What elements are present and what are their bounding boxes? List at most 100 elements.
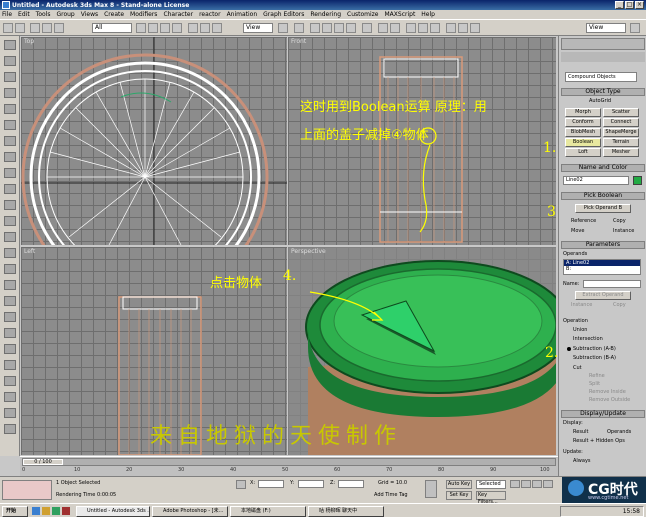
mesher-button[interactable]: Mesher bbox=[603, 148, 639, 157]
mirror-icon[interactable] bbox=[378, 23, 388, 33]
split-radio[interactable]: Split bbox=[589, 381, 600, 387]
scale-icon[interactable] bbox=[212, 23, 222, 33]
add-time-tag[interactable]: Add Time Tag bbox=[374, 492, 408, 498]
named-selection-icon[interactable] bbox=[362, 23, 372, 33]
desktop-icon[interactable] bbox=[52, 507, 60, 515]
snap-icon[interactable] bbox=[310, 23, 320, 33]
scatter-button[interactable]: Scatter bbox=[603, 108, 639, 117]
y-coord-input[interactable] bbox=[298, 480, 324, 488]
menu-edit[interactable]: Edit bbox=[18, 11, 30, 18]
refine-radio[interactable]: Refine bbox=[589, 373, 605, 379]
menu-character[interactable]: Character bbox=[163, 11, 193, 18]
operands-list[interactable]: A: Line02 B: bbox=[563, 259, 641, 275]
window-crossing-icon[interactable] bbox=[172, 23, 182, 33]
extract-instance-radio[interactable]: Instance bbox=[571, 302, 592, 308]
operands-radio[interactable]: Operands bbox=[607, 429, 631, 435]
name-color-rollout[interactable]: Name and Color bbox=[561, 164, 645, 172]
play-icon[interactable] bbox=[532, 480, 542, 488]
tool-icon-22[interactable] bbox=[4, 376, 16, 386]
lock-selection-icon[interactable] bbox=[236, 480, 246, 489]
loft-button[interactable]: Loft bbox=[565, 148, 601, 157]
tool-icon-6[interactable] bbox=[4, 120, 16, 130]
create-subtabs[interactable] bbox=[561, 52, 645, 62]
app-icon[interactable] bbox=[2, 1, 10, 9]
view-dropdown[interactable]: View bbox=[586, 23, 626, 33]
align-icon[interactable] bbox=[390, 23, 400, 33]
undo-icon[interactable] bbox=[3, 23, 13, 33]
tool-icon-19[interactable] bbox=[4, 328, 16, 338]
menu-reactor[interactable]: reactor bbox=[199, 11, 221, 18]
tool-icon-23[interactable] bbox=[4, 392, 16, 402]
tool-icon-7[interactable] bbox=[4, 136, 16, 146]
unlink-icon[interactable] bbox=[42, 23, 52, 33]
rotate-icon[interactable] bbox=[200, 23, 210, 33]
menu-maxscript[interactable]: MAXScript bbox=[385, 11, 416, 18]
tool-icon-20[interactable] bbox=[4, 344, 16, 354]
bind-space-warp-icon[interactable] bbox=[54, 23, 64, 33]
display-update-rollout[interactable]: Display/Update bbox=[561, 410, 645, 418]
task-3dsmax[interactable]: Untitled - Autodesk 3ds ... bbox=[76, 506, 150, 517]
menu-modifiers[interactable]: Modifiers bbox=[130, 11, 157, 18]
maximize-icon[interactable]: □ bbox=[625, 1, 634, 9]
app-icon-quick[interactable] bbox=[62, 507, 70, 515]
menu-animation[interactable]: Animation bbox=[227, 11, 258, 18]
intersection-radio[interactable]: Intersection bbox=[573, 336, 603, 342]
ie-icon[interactable] bbox=[32, 507, 40, 515]
selection-filter-dropdown[interactable]: All bbox=[92, 23, 132, 33]
blobmesh-button[interactable]: BlobMesh bbox=[565, 128, 601, 137]
subtraction-ab-radio[interactable]: Subtraction (A-B) bbox=[573, 346, 616, 352]
folder-icon[interactable] bbox=[42, 507, 50, 515]
menu-customize[interactable]: Customize bbox=[347, 11, 379, 18]
tool-icon-25[interactable] bbox=[4, 424, 16, 434]
tool-icon-16[interactable] bbox=[4, 280, 16, 290]
menu-group[interactable]: Group bbox=[56, 11, 74, 18]
instance-radio[interactable]: Instance bbox=[613, 228, 634, 234]
manipulate-icon[interactable] bbox=[294, 23, 304, 33]
autogrid-checkbox[interactable]: AutoGrid bbox=[589, 98, 611, 104]
pick-operand-b-button[interactable]: Pick Operand B bbox=[575, 204, 631, 213]
task-chat[interactable]: 咕 杨柳晖 聊天中 bbox=[308, 506, 384, 517]
next-frame-icon[interactable] bbox=[543, 480, 553, 488]
select-by-name-icon[interactable] bbox=[148, 23, 158, 33]
tool-icon-9[interactable] bbox=[4, 168, 16, 178]
tool-icon-17[interactable] bbox=[4, 296, 16, 306]
layer-manager-icon[interactable] bbox=[406, 23, 416, 33]
object-color-swatch[interactable] bbox=[633, 176, 642, 185]
command-panel-tabs[interactable] bbox=[561, 38, 645, 50]
percent-snap-icon[interactable] bbox=[334, 23, 344, 33]
tool-icon-14[interactable] bbox=[4, 248, 16, 258]
key-filters-button[interactable]: Key Filters... bbox=[476, 491, 506, 505]
time-slider-thumb[interactable]: 0 / 100 bbox=[23, 459, 63, 465]
extract-copy-radio[interactable]: Copy bbox=[613, 302, 626, 308]
shapemerge-button[interactable]: ShapeMerge bbox=[603, 128, 639, 137]
always-radio[interactable]: Always bbox=[573, 458, 591, 464]
result-radio[interactable]: Result bbox=[573, 429, 588, 435]
start-button[interactable]: 开始 bbox=[2, 506, 28, 517]
tool-icon-8[interactable] bbox=[4, 152, 16, 162]
union-radio[interactable]: Union bbox=[573, 327, 587, 333]
task-photoshop[interactable]: Adobe Photoshop - [未... bbox=[152, 506, 228, 517]
tool-icon-24[interactable] bbox=[4, 408, 16, 418]
move-icon[interactable] bbox=[188, 23, 198, 33]
redo-icon[interactable] bbox=[15, 23, 25, 33]
morph-button[interactable]: Morph bbox=[565, 108, 601, 117]
menu-tools[interactable]: Tools bbox=[36, 11, 51, 18]
pivot-icon[interactable] bbox=[278, 23, 288, 33]
menu-file[interactable]: File bbox=[2, 11, 12, 18]
tool-icon-12[interactable] bbox=[4, 216, 16, 226]
subtraction-ba-radio[interactable]: Subtraction (B-A) bbox=[573, 355, 616, 361]
spinner-snap-icon[interactable] bbox=[346, 23, 356, 33]
tool-icon-18[interactable] bbox=[4, 312, 16, 322]
render-scene-icon[interactable] bbox=[458, 23, 468, 33]
task-local-disk[interactable]: 本地磁盘 (F:) bbox=[230, 506, 306, 517]
tool-icon-5[interactable] bbox=[4, 104, 16, 114]
schematic-view-icon[interactable] bbox=[430, 23, 440, 33]
move-radio[interactable]: Move bbox=[571, 228, 584, 234]
material-editor-icon[interactable] bbox=[446, 23, 456, 33]
close-icon[interactable]: × bbox=[635, 1, 644, 9]
menu-help[interactable]: Help bbox=[421, 11, 435, 18]
maxscript-listener[interactable] bbox=[2, 480, 52, 500]
tool-icon-11[interactable] bbox=[4, 200, 16, 210]
menu-views[interactable]: Views bbox=[81, 11, 98, 18]
category-dropdown[interactable]: Compound Objects bbox=[565, 72, 637, 82]
